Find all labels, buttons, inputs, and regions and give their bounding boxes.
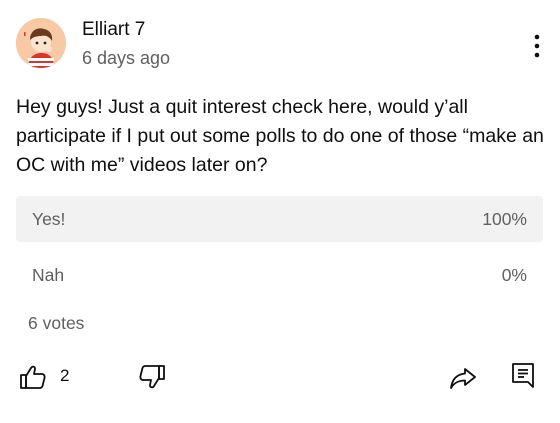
more-vert-icon[interactable] bbox=[530, 34, 544, 58]
thumbs-up-icon[interactable] bbox=[18, 362, 48, 392]
poll-option-label: Yes! bbox=[32, 209, 66, 229]
avatar-illustration bbox=[16, 18, 66, 68]
post-timestamp[interactable]: 6 days ago bbox=[82, 48, 170, 69]
author-avatar[interactable] bbox=[16, 18, 66, 68]
poll-option-percent: 0% bbox=[501, 265, 527, 285]
community-post: Elliart 7 6 days ago Hey guys! Just a qu… bbox=[0, 0, 560, 423]
poll-option-yes[interactable]: Yes! 100% bbox=[16, 196, 543, 242]
poll-option-label: Nah bbox=[32, 265, 65, 285]
poll-vote-count: 6 votes bbox=[28, 313, 85, 333]
poll-option-nah[interactable]: Nah 0% bbox=[16, 252, 543, 298]
comment-icon[interactable] bbox=[508, 360, 538, 390]
author-name[interactable]: Elliart 7 bbox=[82, 19, 145, 41]
poll-option-percent: 100% bbox=[482, 209, 527, 229]
share-icon[interactable] bbox=[448, 362, 478, 392]
like-count: 2 bbox=[60, 366, 70, 385]
thumbs-down-icon[interactable] bbox=[137, 362, 167, 392]
poll-result-bar bbox=[16, 196, 543, 242]
post-text: Hey guys! Just a quit interest check her… bbox=[16, 96, 544, 176]
